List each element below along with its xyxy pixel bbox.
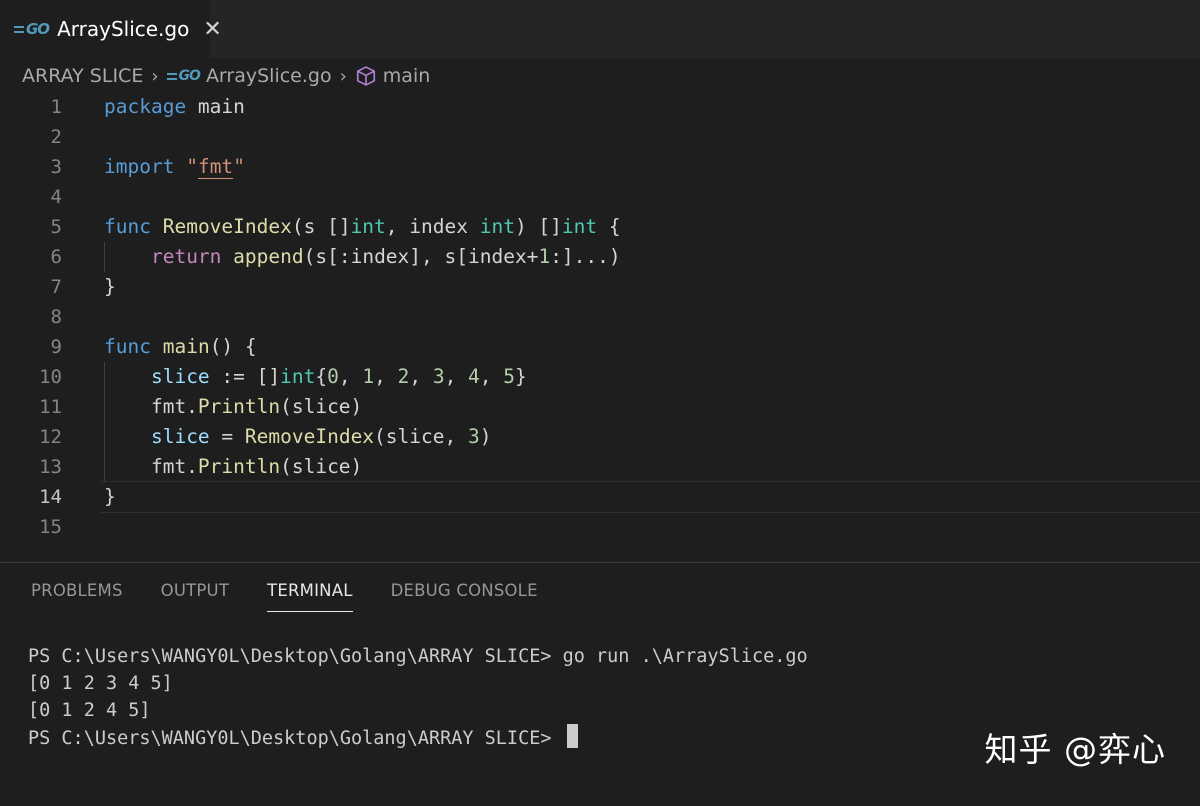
panel-tab-bar: PROBLEMS OUTPUT TERMINAL DEBUG CONSOLE bbox=[31, 581, 576, 612]
line-number: 7 bbox=[50, 276, 62, 298]
terminal-line: PS C:\Users\WANGY0L\Desktop\Golang\ARRAY… bbox=[28, 646, 808, 667]
code-line: 3 import "fmt" bbox=[0, 152, 1200, 182]
line-number: 14 bbox=[39, 486, 62, 508]
terminal-prompt-line[interactable]: PS C:\Users\WANGY0L\Desktop\Golang\ARRAY… bbox=[28, 724, 808, 752]
code-line: 11 fmt.Println(slice) bbox=[0, 392, 1200, 422]
terminal-cursor bbox=[566, 724, 578, 748]
line-number: 15 bbox=[39, 516, 62, 538]
terminal-line: [0 1 2 3 4 5] bbox=[28, 673, 173, 694]
watermark: 知乎 @弈心 bbox=[984, 730, 1166, 769]
breadcrumb: ARRAY SLICE › GO ArraySlice.go › main bbox=[22, 60, 430, 92]
code-line: 15 bbox=[0, 512, 1200, 542]
code-line: 4 bbox=[0, 182, 1200, 212]
line-number: 11 bbox=[39, 396, 62, 418]
breadcrumb-folder[interactable]: ARRAY SLICE bbox=[22, 65, 143, 87]
line-number: 5 bbox=[50, 216, 62, 238]
code-line: 7 } bbox=[0, 272, 1200, 302]
code-line: 8 bbox=[0, 302, 1200, 332]
breadcrumb-symbol[interactable]: main bbox=[383, 65, 430, 87]
code-line: 13 fmt.Println(slice) bbox=[0, 452, 1200, 482]
line-number: 8 bbox=[50, 306, 62, 328]
terminal-prompt: PS C:\Users\WANGY0L\Desktop\Golang\ARRAY… bbox=[28, 728, 563, 749]
line-number: 1 bbox=[50, 96, 62, 118]
tab-problems[interactable]: PROBLEMS bbox=[31, 581, 123, 612]
go-file-icon: GO bbox=[166, 68, 201, 84]
symbol-method-icon bbox=[356, 66, 375, 86]
line-number: 9 bbox=[50, 336, 62, 358]
tab-debug-console[interactable]: DEBUG CONSOLE bbox=[391, 581, 538, 612]
chevron-right-icon: › bbox=[151, 65, 159, 87]
code-line: 12 slice = RemoveIndex(slice, 3) bbox=[0, 422, 1200, 452]
editor-tab-bar: GO ArraySlice.go ✕ bbox=[0, 0, 1200, 58]
line-number: 13 bbox=[39, 456, 62, 478]
terminal-line: [0 1 2 4 5] bbox=[28, 700, 151, 721]
line-number: 10 bbox=[39, 366, 62, 388]
code-line: 2 bbox=[0, 122, 1200, 152]
tab-title: ArraySlice.go bbox=[57, 17, 190, 41]
line-number: 3 bbox=[50, 156, 62, 178]
code-line: 6 return append(s[:index], s[index+1:]..… bbox=[0, 242, 1200, 272]
line-number: 2 bbox=[50, 126, 62, 148]
code-line: 5 func RemoveIndex(s []int, index int) [… bbox=[0, 212, 1200, 242]
code-line: 1 package main bbox=[0, 92, 1200, 122]
line-number: 4 bbox=[50, 186, 62, 208]
tab-output[interactable]: OUTPUT bbox=[161, 581, 229, 612]
code-editor[interactable]: 1 package main 2 3 import "fmt" 4 5 func… bbox=[0, 92, 1200, 544]
code-line: 9 func main() { bbox=[0, 332, 1200, 362]
chevron-right-icon: › bbox=[339, 65, 347, 87]
close-icon[interactable]: ✕ bbox=[203, 17, 221, 42]
code-line: 10 slice := []int{0, 1, 2, 3, 4, 5} bbox=[0, 362, 1200, 392]
terminal-output[interactable]: PS C:\Users\WANGY0L\Desktop\Golang\ARRAY… bbox=[28, 643, 808, 752]
breadcrumb-file[interactable]: ArraySlice.go bbox=[206, 65, 332, 87]
go-file-icon: GO bbox=[14, 20, 50, 38]
code-line-current: 14 } bbox=[0, 481, 1200, 513]
line-number: 12 bbox=[39, 426, 62, 448]
line-number: 6 bbox=[50, 246, 62, 268]
tab-arrayslice-go[interactable]: GO ArraySlice.go ✕ bbox=[0, 0, 222, 58]
tab-terminal[interactable]: TERMINAL bbox=[267, 581, 353, 612]
current-line-highlight bbox=[100, 481, 1200, 513]
